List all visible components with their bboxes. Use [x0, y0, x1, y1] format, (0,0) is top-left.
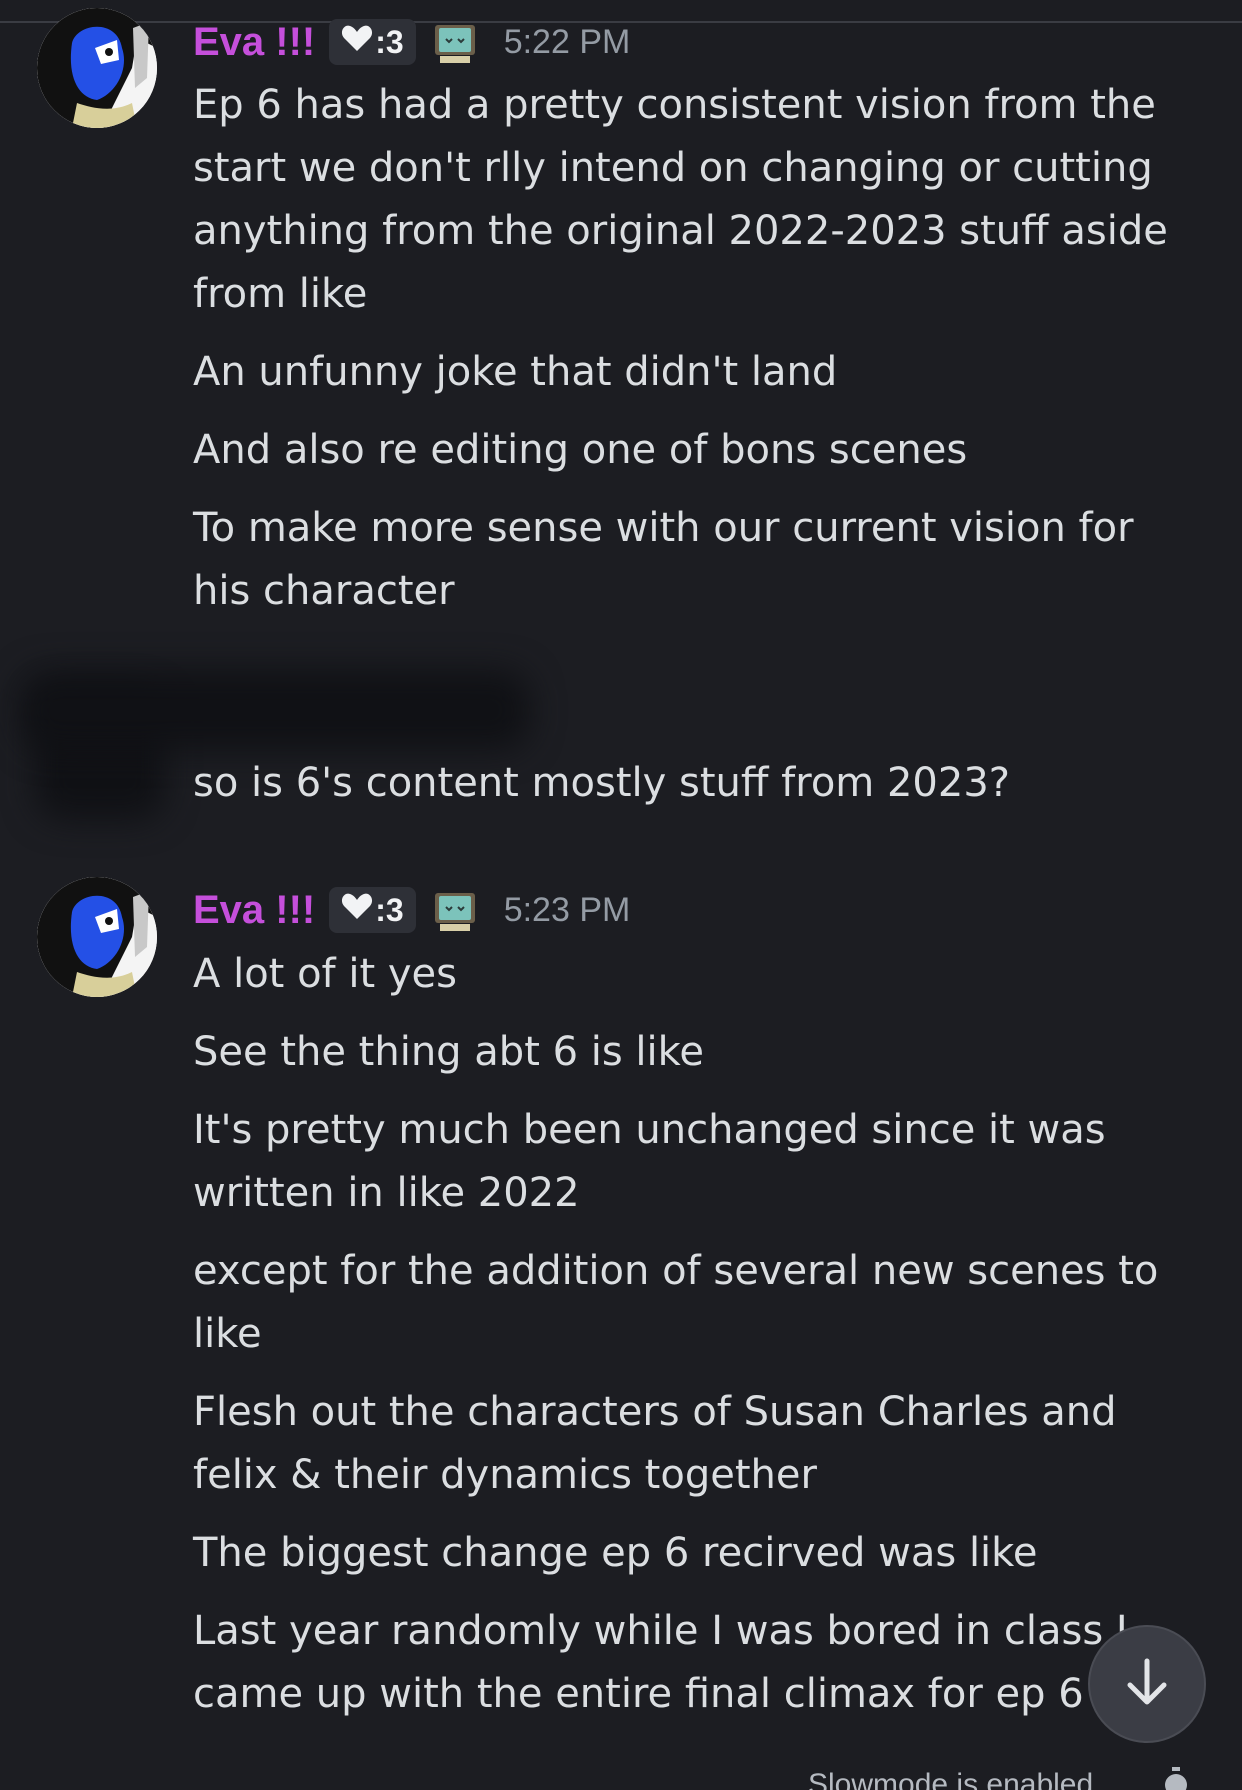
message-text: The biggest change ep 6 recirved was lik…	[193, 1530, 1038, 1576]
heart-icon	[341, 891, 373, 929]
message-text: To make more sense with our current visi…	[193, 505, 1147, 614]
message-text: so is 6's content mostly stuff from 2023…	[193, 760, 1010, 806]
slowmode-bar: Slowmode is enabled	[0, 1760, 1242, 1790]
message-text: An unfunny joke that didn't land	[193, 349, 838, 395]
tag-badge[interactable]: :3	[329, 19, 416, 65]
arrow-down-icon	[1120, 1655, 1174, 1713]
message-header: Eva !!! :3 5:23 PM	[193, 885, 630, 935]
timestamp: 5:22 PM	[503, 22, 631, 61]
message-text: See the thing abt 6 is like	[193, 1029, 704, 1075]
tv-robot-icon[interactable]	[432, 19, 478, 65]
message-text: A lot of it yes	[193, 951, 457, 997]
tag-text: :3	[375, 891, 404, 928]
tv-robot-icon[interactable]	[432, 887, 478, 933]
slowmode-label: Slowmode is enabled	[808, 1768, 1094, 1790]
message-text: Last year randomly while I was bored in …	[193, 1608, 1128, 1717]
message-text: It's pretty much been unchanged since it…	[193, 1107, 1119, 1216]
timer-icon	[1160, 1766, 1192, 1790]
username[interactable]: Eva !!!	[193, 20, 315, 65]
message-text: except for the addition of several new s…	[193, 1248, 1172, 1357]
message-text: And also re editing one of bons scenes	[193, 427, 968, 473]
heart-icon	[341, 23, 373, 61]
avatar[interactable]	[37, 877, 157, 997]
jump-to-bottom-button[interactable]	[1088, 1625, 1206, 1743]
message-header: Eva !!! :3 5:22 PM	[193, 17, 630, 67]
message-text: Ep 6 has had a pretty consistent vision …	[193, 82, 1181, 317]
message-text: Flesh out the characters of Susan Charle…	[193, 1389, 1130, 1498]
tag-text: :3	[375, 23, 404, 60]
avatar[interactable]	[37, 8, 157, 128]
timestamp: 5:23 PM	[503, 890, 631, 929]
redacted-header	[20, 670, 530, 750]
tag-badge[interactable]: :3	[329, 887, 416, 933]
username[interactable]: Eva !!!	[193, 888, 315, 933]
